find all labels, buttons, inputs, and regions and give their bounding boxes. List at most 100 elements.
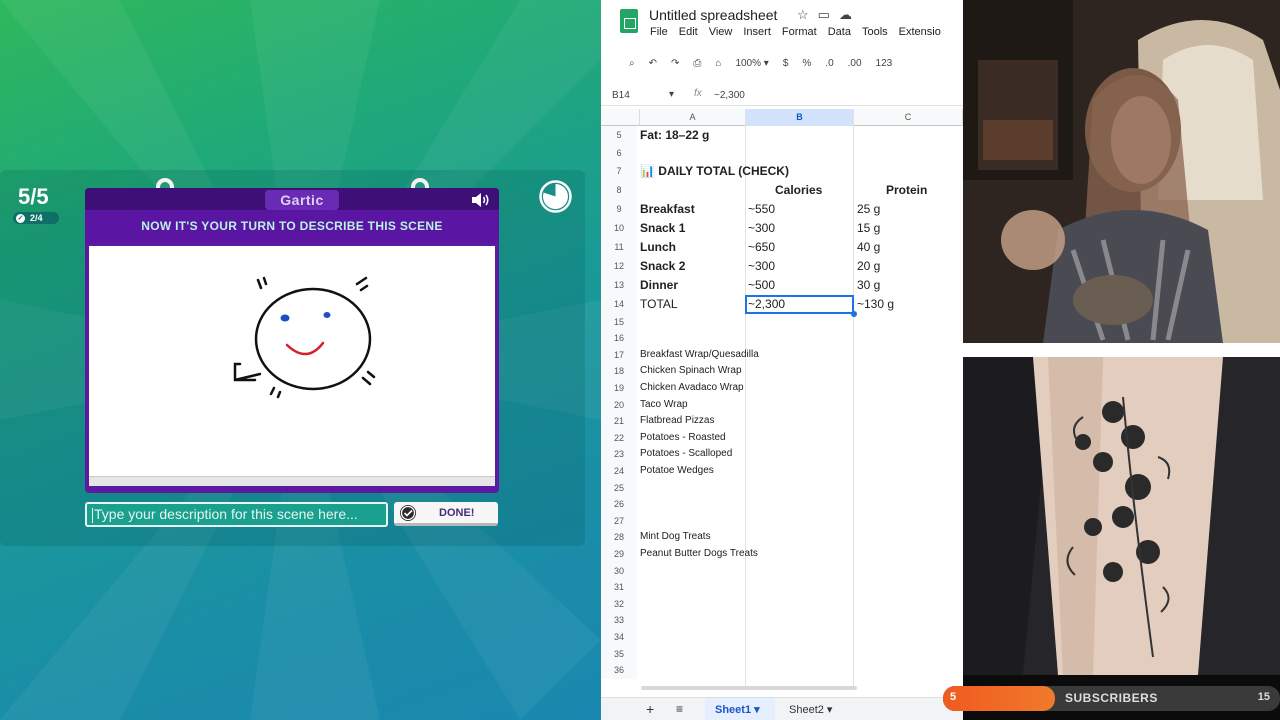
row-number[interactable]: 32	[601, 595, 637, 613]
percent-button[interactable]: %	[802, 58, 811, 69]
menu-extensions[interactable]: Extensio	[899, 26, 941, 38]
row-number[interactable]: 10	[601, 218, 637, 238]
row-number[interactable]: 15	[601, 313, 637, 331]
cell-a[interactable]: Snack 1	[640, 219, 685, 238]
cell-b[interactable]: ~300	[748, 219, 775, 238]
tab-sheet2[interactable]: Sheet2 ▾	[789, 703, 832, 716]
row-number[interactable]: 25	[601, 479, 637, 497]
cell-a[interactable]: Potatoes - Roasted	[640, 430, 726, 447]
name-box-dropdown-icon[interactable]: ▾	[669, 89, 674, 100]
row-number[interactable]: 36	[601, 662, 637, 679]
cell-b[interactable]: ~300	[748, 257, 775, 276]
number-format-button[interactable]: 123	[876, 58, 893, 69]
cell-c[interactable]: Protein	[886, 181, 927, 200]
cell-a[interactable]: Lunch	[640, 238, 676, 257]
cell-a[interactable]: Breakfast	[640, 200, 695, 219]
cell-a[interactable]: Chicken Spinach Wrap	[640, 363, 742, 380]
document-title[interactable]: Untitled spreadsheet	[649, 7, 777, 23]
row-number[interactable]: 21	[601, 413, 637, 430]
row-number[interactable]: 20	[601, 396, 637, 414]
cell-a[interactable]: Flatbread Pizzas	[640, 413, 714, 430]
column-header-c[interactable]: C	[854, 109, 963, 126]
row-number[interactable]: 17	[601, 346, 637, 364]
column-header-b[interactable]: B	[746, 109, 854, 126]
paint-format-icon[interactable]: ⌂	[715, 58, 721, 69]
search-icon[interactable]: ⌕	[629, 58, 635, 69]
description-input[interactable]: Type your description for this scene her…	[85, 502, 388, 527]
menu-insert[interactable]: Insert	[743, 26, 771, 38]
cell-a[interactable]: 📊 DAILY TOTAL (CHECK)	[640, 162, 789, 181]
row-number[interactable]: 16	[601, 330, 637, 347]
cell-a[interactable]: Chicken Avadaco Wrap	[640, 380, 744, 397]
menu-view[interactable]: View	[709, 26, 733, 38]
cell-grid[interactable]: 5 Fat: 18–22 g 6 7 📊 DAILY TOTAL (CHECK) 8 Cal…	[601, 126, 963, 686]
currency-button[interactable]: $	[783, 58, 789, 69]
formula-input[interactable]: ~2,300	[714, 90, 745, 101]
cell-a[interactable]: Potatoe Wedges	[640, 463, 714, 480]
row-number[interactable]: 14	[601, 294, 637, 314]
row-number[interactable]: 30	[601, 562, 637, 580]
undo-icon[interactable]: ↶	[649, 58, 657, 69]
cell-a[interactable]: Fat: 18–22 g	[640, 126, 709, 145]
cell-b[interactable]: Calories	[775, 181, 822, 200]
decrease-decimal-button[interactable]: .0	[825, 58, 833, 69]
star-icon[interactable]: ☆	[797, 7, 809, 23]
cell-b[interactable]: ~550	[748, 200, 775, 219]
row-number[interactable]: 33	[601, 612, 637, 629]
row-number[interactable]: 11	[601, 237, 637, 257]
tab-sheet1[interactable]: Sheet1 ▾	[705, 698, 775, 720]
cell-c[interactable]: 15 g	[857, 219, 880, 238]
row-number[interactable]: 23	[601, 446, 637, 463]
row-number[interactable]: 6	[601, 145, 637, 162]
cell-c[interactable]: 30 g	[857, 276, 880, 295]
name-box[interactable]: B14	[612, 90, 630, 101]
cell-c[interactable]: 25 g	[857, 200, 880, 219]
row-number[interactable]: 5	[601, 126, 637, 145]
cell-a[interactable]: Peanut Butter Dogs Treats	[640, 546, 758, 563]
row-number[interactable]: 8	[601, 180, 637, 200]
horizontal-scrollbar[interactable]	[641, 686, 857, 690]
cell-a[interactable]: Potatoes - Scalloped	[640, 446, 732, 463]
cloud-icon[interactable]: ☁	[839, 7, 852, 23]
row-number[interactable]: 31	[601, 579, 637, 596]
cell-c[interactable]: ~130 g	[857, 295, 894, 314]
cell-a[interactable]: Taco Wrap	[640, 397, 688, 414]
row-number[interactable]: 22	[601, 429, 637, 447]
row-number[interactable]: 28	[601, 529, 637, 546]
row-number[interactable]: 35	[601, 645, 637, 663]
cell-a[interactable]: Mint Dog Treats	[640, 529, 711, 546]
row-number[interactable]: 34	[601, 629, 637, 646]
row-number[interactable]: 13	[601, 275, 637, 295]
cell-c[interactable]: 40 g	[857, 238, 880, 257]
row-number[interactable]: 9	[601, 199, 637, 219]
menu-data[interactable]: Data	[828, 26, 851, 38]
done-button[interactable]: DONE!	[394, 502, 498, 526]
row-number[interactable]: 12	[601, 256, 637, 276]
all-sheets-icon[interactable]: ≡	[676, 702, 683, 716]
menu-format[interactable]: Format	[782, 26, 817, 38]
select-all-corner[interactable]	[601, 109, 640, 126]
add-sheet-icon[interactable]: +	[646, 701, 654, 717]
row-number[interactable]: 26	[601, 496, 637, 513]
menu-file[interactable]: File	[650, 26, 668, 38]
menu-edit[interactable]: Edit	[679, 26, 698, 38]
row-number[interactable]: 29	[601, 546, 637, 563]
row-number[interactable]: 7	[601, 161, 637, 181]
row-number[interactable]: 19	[601, 380, 637, 397]
cell-b[interactable]: ~650	[748, 238, 775, 257]
cell-a[interactable]: Snack 2	[640, 257, 685, 276]
cell-a[interactable]: TOTAL	[640, 295, 678, 314]
row-number[interactable]: 24	[601, 463, 637, 480]
menu-tools[interactable]: Tools	[862, 26, 888, 38]
zoom-select[interactable]: 100% ▾	[735, 58, 768, 69]
redo-icon[interactable]: ↷	[671, 58, 679, 69]
cell-b[interactable]: ~500	[748, 276, 775, 295]
column-header-a[interactable]: A	[640, 109, 746, 126]
speaker-icon[interactable]	[472, 193, 490, 207]
cell-c[interactable]: 20 g	[857, 257, 880, 276]
cell-a[interactable]: Dinner	[640, 276, 678, 295]
folder-icon[interactable]: ▭	[818, 7, 830, 23]
increase-decimal-button[interactable]: .00	[848, 58, 862, 69]
print-icon[interactable]: ⎙	[693, 58, 701, 69]
cell-a[interactable]: Breakfast Wrap/Quesadilla	[640, 347, 759, 364]
